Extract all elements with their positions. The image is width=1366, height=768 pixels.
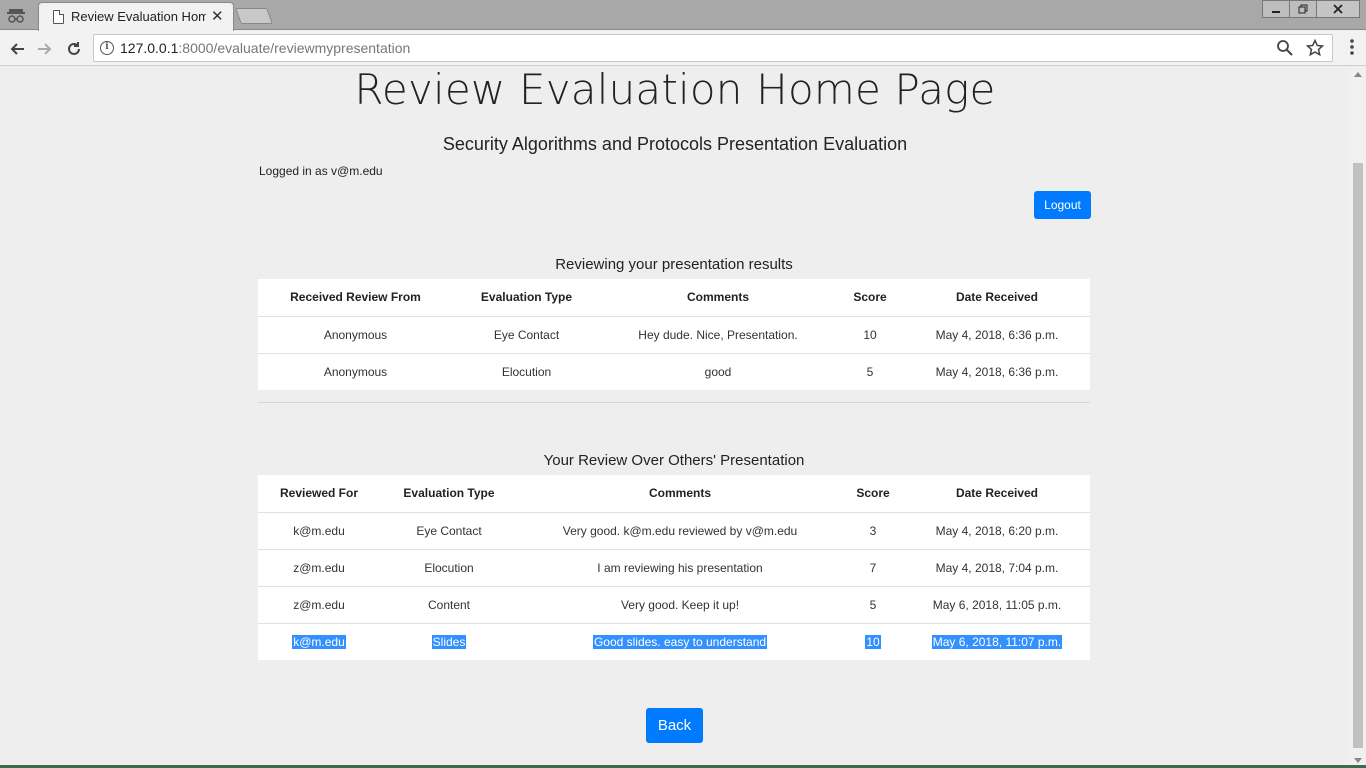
page-icon (53, 10, 64, 24)
reviewed-for-cell: k@m.edu (293, 523, 345, 538)
new-tab-button[interactable] (235, 8, 273, 24)
table-header-row: Received Review From Evaluation Type Com… (258, 279, 1090, 317)
reviewed-for-cell: k@m.edu (258, 622, 380, 660)
given-reviews-table: Reviewed For Evaluation Type Comments Sc… (258, 475, 1090, 660)
date-cell: May 4, 2018, 6:36 p.m. (904, 352, 1090, 390)
comment-cell: Very good. k@m.edu reviewed by v@m.edu (562, 523, 798, 538)
page-scrollbar[interactable] (1350, 67, 1366, 768)
page-content: Review Evaluation Home Page Security Alg… (0, 67, 1350, 768)
date-cell: May 4, 2018, 6:20 p.m. (935, 523, 1059, 538)
evaluation-type-cell: Content (380, 585, 518, 623)
browser-tab-active[interactable]: Review Evaluation Home ✕ (38, 2, 234, 31)
date-cell: May 6, 2018, 11:07 p.m. (904, 622, 1090, 660)
evaluation-type-cell: Eye Contact (493, 327, 560, 342)
incognito-icon (7, 9, 25, 23)
comment-cell: good (600, 352, 836, 390)
page-title: Review Evaluation Home Page (354, 67, 996, 114)
bookmark-star-icon[interactable] (1306, 39, 1324, 57)
comment-cell: Hey dude. Nice, Presentation. (638, 327, 798, 342)
table-row: Anonymous Elocution good 5 May 4, 2018, … (258, 352, 1090, 390)
column-header: Received Review From (258, 279, 453, 317)
restore-icon[interactable] (1289, 0, 1317, 18)
column-header: Comments (600, 279, 836, 317)
column-header: Evaluation Type (453, 279, 600, 317)
back-button[interactable]: Back (646, 708, 703, 743)
reload-icon[interactable] (61, 36, 87, 62)
evaluation-type-cell: Elocution (380, 548, 518, 586)
column-header: Comments (518, 475, 842, 513)
comment-cell: Good slides. easy to understand (518, 622, 842, 660)
logged-in-status: Logged in as v@m.edu (259, 164, 383, 178)
table-row: Anonymous Eye Contact Hey dude. Nice, Pr… (258, 316, 1090, 353)
score-cell: 5 (842, 585, 904, 623)
score-cell: 10 (863, 327, 877, 342)
url-text[interactable]: 127.0.0.1:8000/evaluate/reviewmypresenta… (120, 40, 410, 56)
given-reviews-title: Your Review Over Others' Presentation (543, 452, 805, 469)
score-cell: 3 (869, 523, 877, 538)
browser-toolbar: i 127.0.0.1:8000/evaluate/reviewmypresen… (0, 31, 1366, 66)
received-reviews-title: Reviewing your presentation results (555, 256, 793, 273)
reviewed-for-cell: z@m.edu (258, 585, 380, 623)
column-header: Score (836, 279, 904, 317)
table-row: k@m.edu Eye Contact Very good. k@m.edu r… (258, 512, 1090, 549)
tab-title: Review Evaluation Home (71, 9, 206, 24)
evaluation-type-cell: Eye Contact (416, 523, 482, 538)
back-arrow-icon[interactable] (4, 36, 30, 62)
section-divider (258, 402, 1090, 403)
browser-tab-bar: Review Evaluation Home ✕ (0, 0, 1366, 31)
evaluation-type-cell: Slides (380, 622, 518, 660)
table-row: z@m.edu Content Very good. Keep it up! 5… (258, 585, 1090, 623)
site-info-icon[interactable]: i (100, 41, 114, 55)
logout-button[interactable]: Logout (1034, 191, 1091, 219)
date-cell: May 4, 2018, 7:04 p.m. (904, 548, 1090, 586)
window-close-icon[interactable] (1316, 0, 1360, 18)
column-header: Date Received (904, 475, 1090, 513)
column-header: Reviewed For (258, 475, 380, 513)
score-cell: 10 (842, 622, 904, 660)
reviewer-cell: Anonymous (258, 352, 453, 390)
zoom-search-icon[interactable] (1276, 39, 1294, 57)
address-bar[interactable]: i 127.0.0.1:8000/evaluate/reviewmypresen… (93, 34, 1333, 62)
received-reviews-table: Received Review From Evaluation Type Com… (258, 279, 1090, 390)
reviewed-for-cell: z@m.edu (258, 548, 380, 586)
date-cell: May 4, 2018, 6:36 p.m. (935, 327, 1059, 342)
score-cell: 5 (836, 352, 904, 390)
tab-close-icon[interactable]: ✕ (211, 7, 224, 25)
scroll-up-icon[interactable] (1354, 72, 1362, 77)
evaluation-type-cell: Elocution (453, 352, 600, 390)
column-header: Score (842, 475, 904, 513)
date-cell: May 6, 2018, 11:05 p.m. (904, 585, 1090, 623)
forward-arrow-icon[interactable] (32, 36, 58, 62)
comment-cell: Very good. Keep it up! (518, 585, 842, 623)
score-cell: 7 (842, 548, 904, 586)
scroll-down-icon[interactable] (1354, 758, 1362, 763)
comment-cell: I am reviewing his presentation (518, 548, 842, 586)
column-header: Evaluation Type (380, 475, 518, 513)
scrollbar-thumb[interactable] (1353, 163, 1363, 748)
table-row-selected: k@m.edu Slides Good slides. easy to unde… (258, 622, 1090, 660)
column-header: Date Received (904, 279, 1090, 317)
minimize-icon[interactable] (1262, 0, 1290, 18)
browser-menu-icon[interactable] (1350, 39, 1354, 55)
window-controls (1262, 0, 1360, 18)
table-header-row: Reviewed For Evaluation Type Comments Sc… (258, 475, 1090, 513)
reviewer-cell: Anonymous (323, 327, 388, 342)
course-subtitle: Security Algorithms and Protocols Presen… (442, 134, 908, 154)
table-row: z@m.edu Elocution I am reviewing his pre… (258, 548, 1090, 586)
